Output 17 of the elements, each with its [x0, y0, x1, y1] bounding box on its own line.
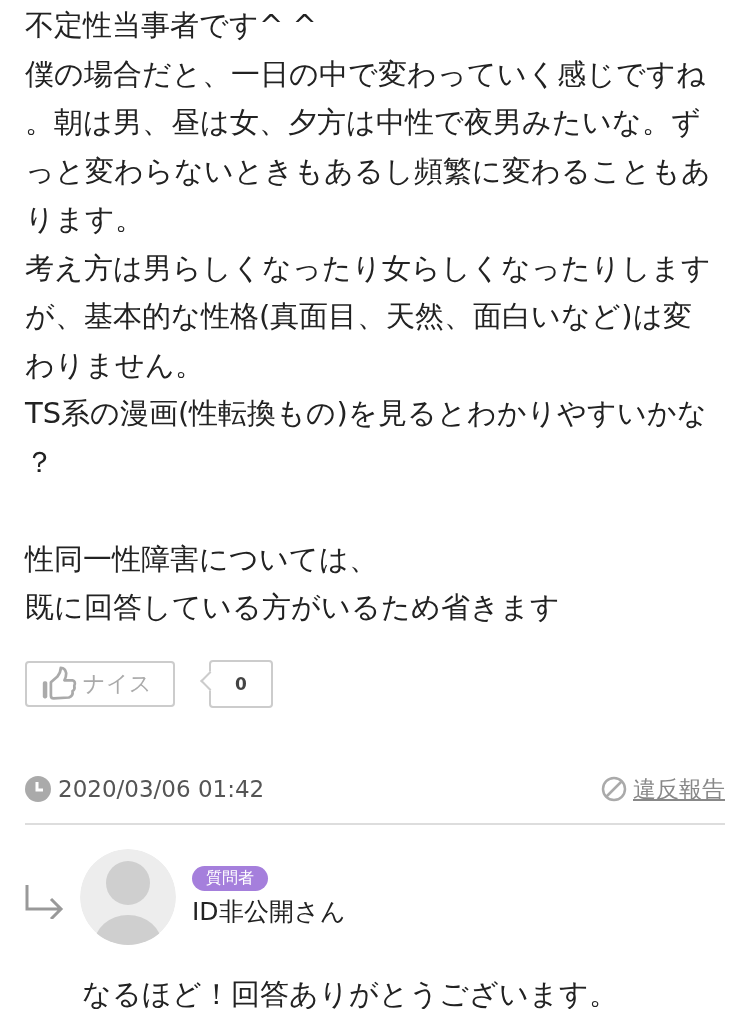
nice-count: 0: [200, 659, 273, 708]
answer-paragraph: 性同一性障害については、: [25, 540, 379, 578]
nice-button[interactable]: ナイス: [25, 660, 175, 707]
report-link[interactable]: 違反報告: [633, 773, 725, 805]
answer-paragraph: 考え方は男らしくなったり女らしくなったりしますが、基本的な性格(真面目、天然、面白いなど)は変わりません。: [25, 249, 712, 384]
clock-icon: [25, 776, 51, 802]
reply-text: なるほど！回答ありがとうございます。: [82, 975, 619, 1009]
answer-paragraph: TS系の漫画(性転換もの)を見るとわかりやすいかな？: [25, 395, 708, 481]
thumbs-up-icon: [41, 665, 77, 702]
author-name: ID非公開さん: [192, 895, 346, 928]
timestamp: 2020/03/06 01:42: [58, 776, 265, 802]
prohibited-icon: [601, 776, 627, 802]
questioner-badge: 質問者: [192, 865, 268, 891]
reply-arrow-icon: [25, 884, 65, 919]
answer-paragraph: 不定性当事者です^ ^: [25, 7, 318, 44]
answer-paragraph: 僕の場合だと、一日の中で変わっていく感じですね。朝は男、昼は女、夕方は中性で夜男みたいな。ずっと変わらないときもあるし頻繁に変わることもあります。: [25, 55, 712, 238]
answer-paragraph: 既に回答している方がいるため省きます: [25, 589, 561, 626]
